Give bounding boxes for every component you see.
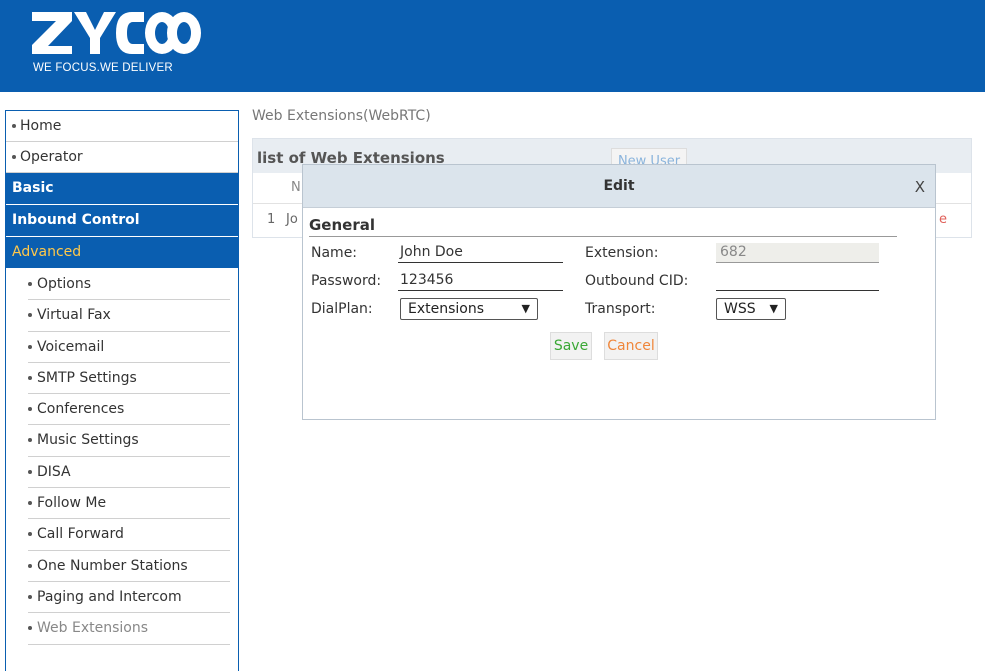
extension-label: Extension: — [585, 245, 659, 261]
dialplan-select-value: Extensions — [408, 301, 485, 317]
dialplan-label: DialPlan: — [311, 301, 373, 317]
sidebar-item-label: Voicemail — [37, 338, 105, 355]
sidebar-category-inbound-control[interactable]: Inbound Control — [6, 205, 238, 237]
sidebar-item-web-extensions[interactable]: Web Extensions — [28, 613, 230, 645]
sidebar-item-label: Conferences — [37, 401, 125, 418]
sidebar-item-label: DISA — [37, 463, 71, 480]
bullet-icon — [28, 501, 32, 506]
transport-label: Transport: — [585, 301, 656, 317]
dialog-header: Edit X — [303, 165, 935, 208]
sidebar-item-label: SMTP Settings — [37, 369, 137, 386]
dialplan-select[interactable]: Extensions ▼ — [400, 298, 538, 320]
name-label: Name: — [311, 245, 358, 261]
sidebar-item-label: Follow Me — [37, 495, 107, 512]
dropdown-arrow-icon: ▼ — [769, 302, 778, 315]
sidebar-item-music-settings[interactable]: Music Settings — [28, 425, 230, 457]
sidebar-item-label: One Number Stations — [37, 557, 188, 574]
bullet-icon — [28, 282, 32, 286]
row-name: Jo — [286, 212, 298, 227]
outbound-cid-field[interactable] — [716, 271, 879, 291]
sidebar-nav: Home Operator Basic Inbound Control Adva… — [5, 110, 239, 671]
bullet-icon — [28, 407, 32, 412]
header-bar: WE FOCUS.WE DELIVER — [0, 0, 985, 92]
sidebar-category-advanced[interactable]: Advanced — [6, 237, 238, 269]
transport-select[interactable]: WSS ▼ — [716, 298, 786, 320]
password-field[interactable]: 123456 — [398, 271, 563, 291]
bullet-icon — [28, 626, 32, 631]
bullet-icon — [28, 438, 32, 443]
sidebar-item-label: Virtual Fax — [37, 307, 111, 324]
dropdown-arrow-icon: ▼ — [521, 302, 530, 315]
sidebar-item-operator[interactable]: Operator — [6, 142, 238, 173]
sidebar-item-label: Home — [20, 118, 62, 134]
sidebar-item-label: Call Forward — [37, 526, 124, 543]
sidebar-item-label: Operator — [20, 149, 83, 165]
bullet-icon — [28, 469, 32, 474]
bullet-icon — [12, 155, 16, 159]
sidebar-item-follow-me[interactable]: Follow Me — [28, 488, 230, 520]
breadcrumb: Web Extensions(WebRTC) — [252, 108, 431, 124]
edit-dialog: Edit X General Name: John Doe Password: … — [302, 164, 936, 420]
bullet-icon — [28, 344, 32, 349]
sidebar-item-call-forward[interactable]: Call Forward — [28, 519, 230, 551]
column-header-name: N — [291, 180, 301, 195]
sidebar-item-voicemail[interactable]: Voicemail — [28, 332, 230, 363]
sidebar-category-basic[interactable]: Basic — [6, 173, 238, 205]
brand-tagline: WE FOCUS.WE DELIVER — [33, 62, 173, 74]
bullet-icon — [28, 594, 32, 599]
sidebar-item-options[interactable]: Options — [28, 269, 230, 301]
sidebar-item-label: Music Settings — [37, 432, 139, 449]
outbound-cid-label: Outbound CID: — [585, 273, 689, 289]
sidebar-item-one-number-stations[interactable]: One Number Stations — [28, 551, 230, 582]
sidebar-item-conferences[interactable]: Conferences — [28, 394, 230, 426]
sidebar-item-label: Options — [37, 276, 92, 292]
bullet-icon — [12, 124, 16, 128]
sidebar-item-virtual-fax[interactable]: Virtual Fax — [28, 300, 230, 332]
bullet-icon — [28, 563, 32, 568]
row-index: 1 — [267, 212, 276, 227]
bullet-icon — [28, 532, 32, 537]
bullet-icon — [28, 375, 32, 380]
dialog-title: Edit — [603, 178, 635, 194]
password-label: Password: — [311, 273, 382, 289]
close-icon[interactable]: X — [915, 178, 925, 196]
sidebar-item-label: Paging and Intercom — [37, 588, 182, 605]
sidebar-item-home[interactable]: Home — [6, 111, 238, 142]
name-field[interactable]: John Doe — [398, 243, 563, 263]
sidebar-item-smtp-settings[interactable]: SMTP Settings — [28, 363, 230, 395]
cancel-button[interactable]: Cancel — [604, 332, 658, 360]
save-button[interactable]: Save — [550, 332, 592, 360]
bullet-icon — [28, 313, 32, 318]
sidebar-item-label: Web Extensions — [37, 620, 148, 637]
row-delete-link[interactable]: e — [939, 212, 947, 227]
zycoo-logo — [32, 12, 201, 54]
section-title-general: General — [309, 216, 897, 237]
sidebar-item-paging-and-intercom[interactable]: Paging and Intercom — [28, 582, 230, 614]
sidebar-item-disa[interactable]: DISA — [28, 457, 230, 489]
extension-field: 682 — [716, 243, 879, 263]
transport-select-value: WSS — [724, 301, 756, 317]
